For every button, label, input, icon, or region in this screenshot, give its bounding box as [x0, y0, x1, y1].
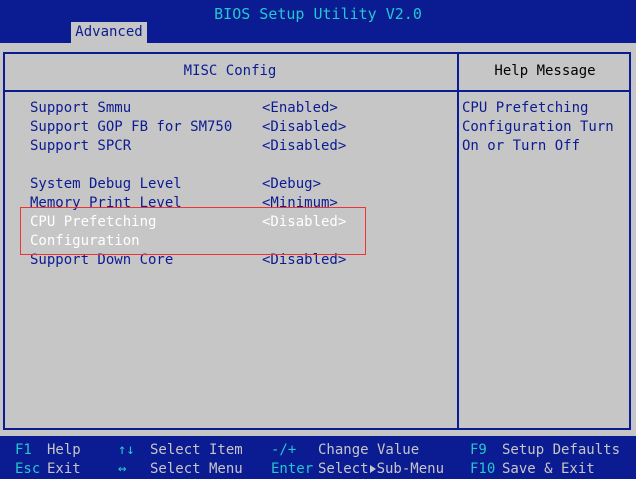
left-right-arrows-icon: ↔	[118, 461, 127, 477]
option-value[interactable]: <Debug>	[262, 175, 321, 194]
f1-desc: Help	[47, 442, 81, 458]
header-divider	[3, 90, 631, 92]
option-label: Support GOP FB for SM750	[30, 119, 233, 135]
column-divider	[457, 52, 459, 430]
f9-desc: Setup Defaults	[502, 442, 621, 458]
option-label: Support Smmu	[30, 100, 132, 116]
option-label: CPU Prefetching	[30, 214, 157, 230]
key-legend: F1 Help Esc Exit ↑↓ Select Item ↔ Select…	[0, 436, 636, 478]
plusminus-desc: Change Value	[318, 442, 420, 458]
help-title: Help Message	[494, 63, 596, 79]
enter-desc-a: Select	[318, 461, 369, 477]
help-text-line: CPU Prefetching	[462, 100, 589, 116]
main-panel: MISC Config Help Message Support Smmu <E…	[0, 43, 636, 436]
title-bar: BIOS Setup Utility V2.0 Advanced	[0, 0, 636, 43]
option-label: Memory Print Level	[30, 195, 182, 211]
enter-key: Enter	[271, 461, 314, 477]
leftright-desc: Select Menu	[150, 461, 243, 477]
app-title: BIOS Setup Utility V2.0	[214, 5, 422, 23]
option-value[interactable]: <Disabled>	[262, 251, 346, 270]
option-label: System Debug Level	[30, 176, 182, 192]
help-text-line: On or Turn Off	[462, 138, 581, 154]
option-label: Support Down Core	[30, 252, 174, 268]
f1-key: F1	[15, 442, 32, 458]
option-label-continued: Configuration	[30, 233, 140, 249]
esc-key: Esc	[15, 461, 41, 477]
esc-desc: Exit	[47, 461, 81, 477]
option-value[interactable]: <Minimum>	[262, 194, 338, 213]
option-value[interactable]: <Disabled>	[262, 137, 346, 156]
option-value[interactable]: <Disabled>	[262, 118, 346, 137]
plus-minus-key: -/+	[271, 442, 297, 458]
option-label: Support SPCR	[30, 138, 132, 154]
f9-key: F9	[470, 442, 487, 458]
panel-title: MISC Config	[183, 63, 277, 79]
f10-key: F10	[470, 461, 496, 477]
enter-desc: Select Sub-Menu	[318, 460, 444, 479]
tab-advanced[interactable]: Advanced	[71, 22, 147, 43]
option-value[interactable]: <Enabled>	[262, 99, 338, 118]
f10-desc: Save & Exit	[502, 461, 595, 477]
submenu-arrow-icon	[369, 465, 376, 473]
updown-desc: Select Item	[150, 442, 243, 458]
help-text-line: Configuration Turn	[462, 119, 614, 135]
enter-desc-b: Sub-Menu	[376, 461, 445, 477]
option-value[interactable]: <Disabled>	[262, 213, 346, 232]
up-down-arrows-icon: ↑↓	[118, 442, 135, 458]
